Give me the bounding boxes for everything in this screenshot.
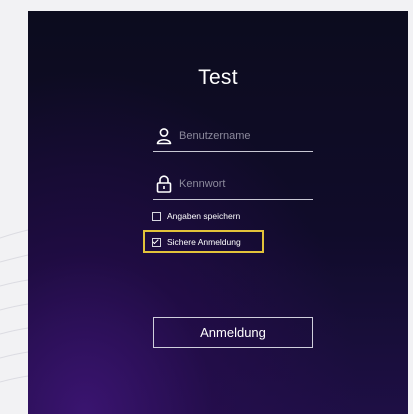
login-panel: Test Angaben speichern Sichere Anmeldung… — [28, 11, 408, 414]
remember-checkbox[interactable]: Angaben speichern — [152, 209, 240, 223]
remember-checkbox-box[interactable] — [152, 211, 161, 221]
user-icon — [156, 128, 172, 145]
password-input[interactable] — [179, 175, 311, 193]
secure-login-highlight — [143, 230, 264, 253]
lock-icon — [156, 175, 172, 193]
remember-label: Angaben speichern — [167, 211, 241, 221]
username-field[interactable] — [153, 125, 313, 152]
login-button[interactable]: Anmeldung — [153, 317, 313, 348]
password-field[interactable] — [153, 173, 313, 200]
login-title: Test — [198, 66, 238, 89]
username-input[interactable] — [179, 127, 311, 145]
